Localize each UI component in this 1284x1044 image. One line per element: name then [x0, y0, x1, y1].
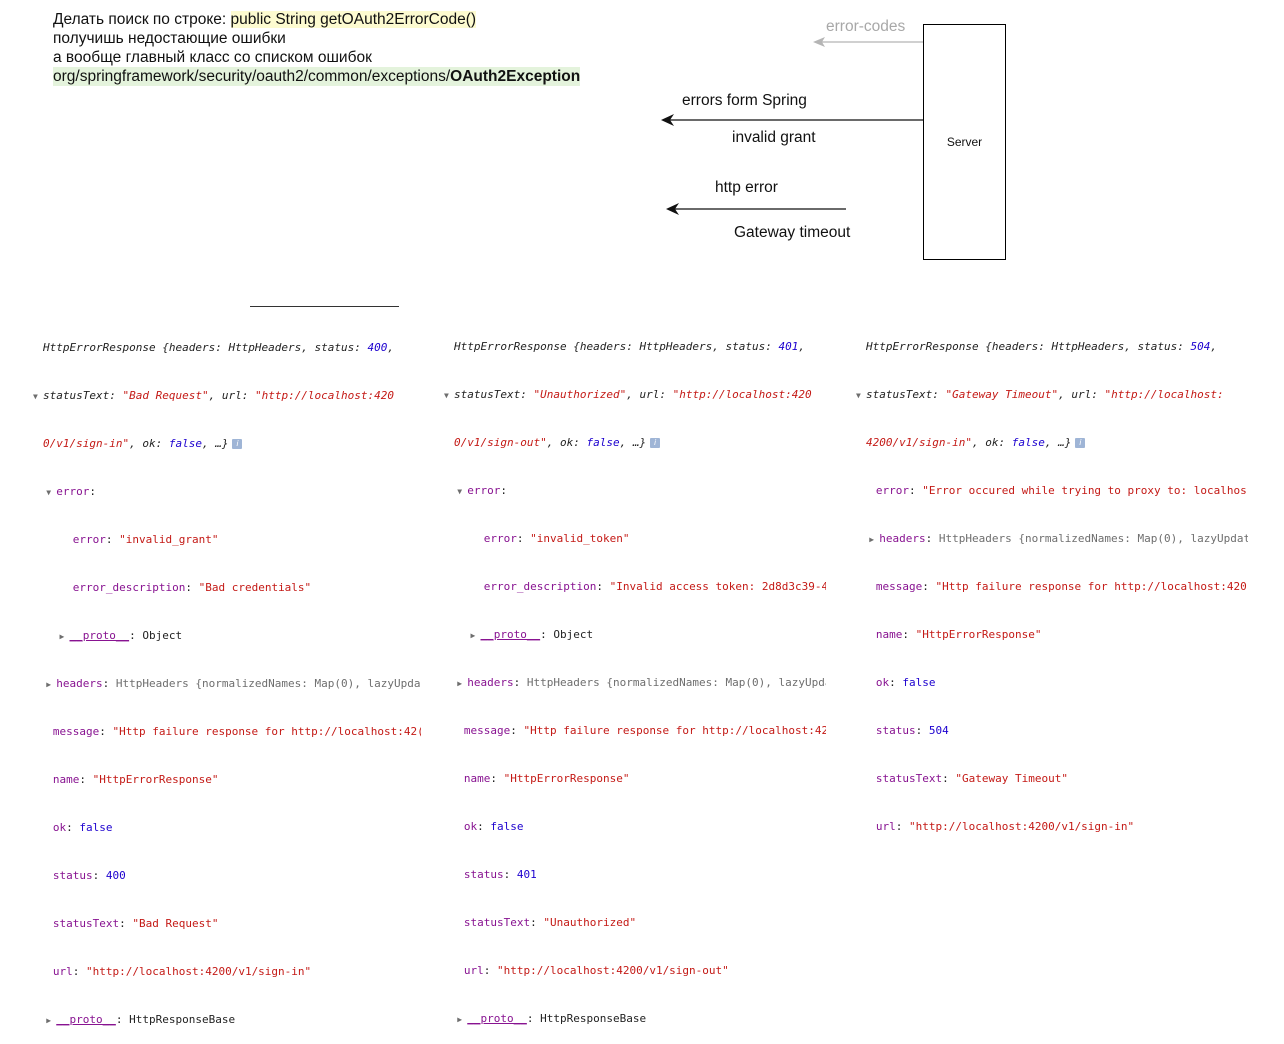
status-text-prop: statusText: "Bad Request": [52, 917, 219, 930]
name-prop: name: "HttpErrorResponse": [52, 773, 219, 786]
message-prop: message: "Http failure response for http…: [463, 724, 826, 737]
error-description-prop: error_description: "Bad credentials": [72, 581, 312, 594]
info-icon[interactable]: i: [650, 438, 661, 448]
headers-prop[interactable]: ▶ headers: HttpHeaders {normalizedNames: …: [444, 675, 826, 691]
name-prop: name: "HttpErrorResponse": [875, 628, 1042, 641]
console-400: HttpErrorResponse {headers: HttpHeaders,…: [33, 308, 421, 1044]
status-prop: status: 401: [463, 868, 537, 881]
message-prop: message: "Http failure response for http…: [52, 725, 421, 738]
error-code-prop: error: "invalid_grant": [72, 533, 219, 546]
headers-prop[interactable]: ▶ headers: HttpHeaders {normalizedNames: …: [856, 531, 1248, 547]
info-icon[interactable]: i: [232, 439, 243, 449]
console-summary[interactable]: HttpErrorResponse {headers: HttpHeaders,…: [444, 339, 826, 355]
server-label: Server: [946, 135, 983, 149]
ok-prop: ok: false: [463, 820, 524, 833]
console-summary[interactable]: HttpErrorResponse {headers: HttpHeaders,…: [33, 340, 421, 356]
status-text-prop: statusText: "Unauthorized": [463, 916, 637, 929]
console-summary[interactable]: HttpErrorResponse {headers: HttpHeaders,…: [856, 339, 1248, 355]
error-codes-label: error-codes: [826, 18, 906, 35]
error-description-prop: error_description: "Invalid access token…: [483, 580, 826, 593]
console-summary-cont[interactable]: ▼ statusText: "Bad Request", url: "http:/…: [33, 388, 421, 404]
http-error-label: http error: [715, 179, 778, 196]
console-504: HttpErrorResponse {headers: HttpHeaders,…: [856, 307, 1248, 851]
console-summary-cont[interactable]: ▼ statusText: "Unauthorized", url: "http:…: [444, 387, 826, 403]
console-401: HttpErrorResponse {headers: HttpHeaders,…: [444, 307, 826, 1043]
invalid-grant-label: invalid grant: [732, 129, 816, 146]
url-prop: url: "http://localhost:4200/v1/sign-out": [463, 964, 729, 977]
error-prop: error: "Error occured while trying to pr…: [875, 484, 1247, 497]
url-prop: url: "http://localhost:4200/v1/sign-in": [52, 965, 312, 978]
console-summary-cont2: 4200/v1/sign-in", ok: false, …} i: [856, 435, 1248, 451]
gateway-timeout-label: Gateway timeout: [734, 224, 851, 241]
headers-prop[interactable]: ▶ headers: HttpHeaders {normalizedNames: …: [33, 676, 421, 692]
error-prop-toggle[interactable]: ▼ error:: [444, 483, 826, 499]
proto-prop[interactable]: ▶ __proto__: HttpResponseBase: [444, 1011, 826, 1027]
status-prop: status: 504: [875, 724, 949, 737]
console-summary-cont[interactable]: ▼ statusText: "Gateway Timeout", url: "ht…: [856, 387, 1248, 403]
error-prop-toggle[interactable]: ▼ error:: [33, 484, 421, 500]
status-prop: status: 400: [52, 869, 126, 882]
error-proto-prop[interactable]: ▶ __proto__: Object: [33, 628, 421, 644]
name-prop: name: "HttpErrorResponse": [463, 772, 630, 785]
server-box: Server: [923, 24, 1006, 260]
proto-prop[interactable]: ▶ __proto__: HttpResponseBase: [33, 1012, 421, 1028]
info-icon[interactable]: i: [1075, 438, 1086, 448]
status-text-prop: statusText: "Gateway Timeout": [875, 772, 1068, 785]
ok-prop: ok: false: [875, 676, 936, 689]
ok-prop: ok: false: [52, 821, 113, 834]
error-code-prop: error: "invalid_token": [483, 532, 630, 545]
console-summary-cont2: 0/v1/sign-out", ok: false, …} i: [444, 435, 826, 451]
error-proto-prop[interactable]: ▶ __proto__: Object: [444, 627, 826, 643]
url-prop: url: "http://localhost:4200/v1/sign-in": [875, 820, 1135, 833]
errors-from-spring-label: errors form Spring: [682, 92, 807, 109]
console-divider-line: [250, 306, 399, 307]
message-prop: message: "Http failure response for http…: [875, 580, 1247, 593]
console-summary-cont2: 0/v1/sign-in", ok: false, …} i: [33, 436, 421, 452]
